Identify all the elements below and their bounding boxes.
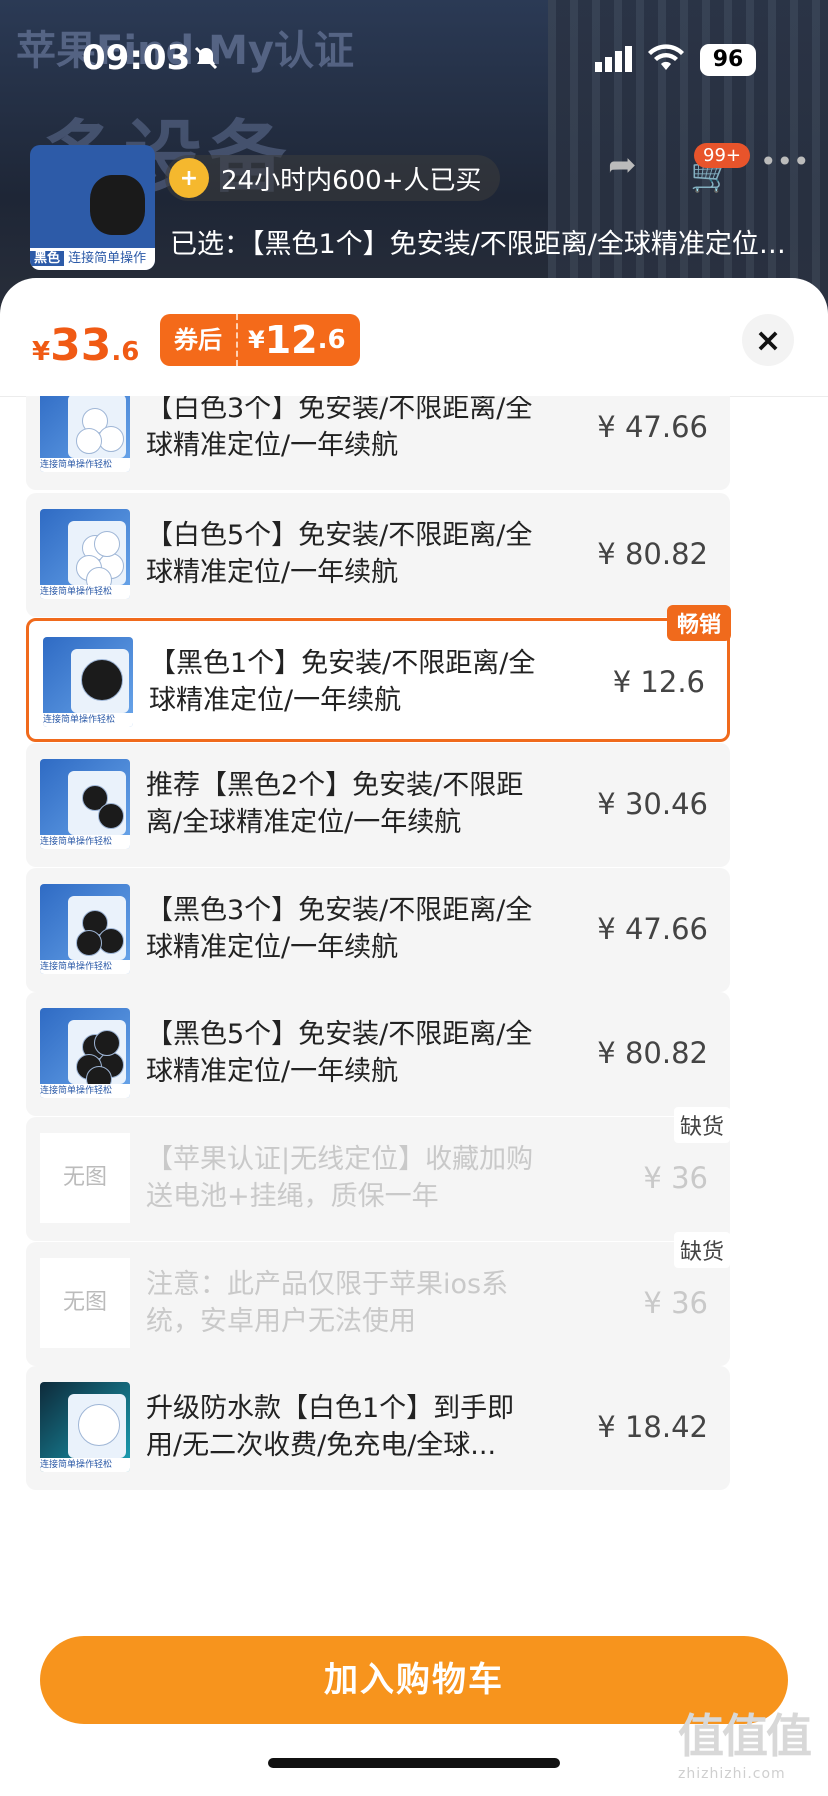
tracker-device-image <box>76 428 102 454</box>
thumbnail-tag: 连接简单操作轻松 <box>40 835 130 849</box>
sku-title: 【黑色1个】免安装/不限距离/全球精准定位/一年续航 <box>149 648 536 716</box>
tracker-device-image <box>76 930 102 956</box>
tracker-device-image <box>94 1030 120 1056</box>
sku-thumbnail: 连接简单操作轻松 <box>40 509 130 599</box>
thumbnail-tag: 连接简单操作轻松 <box>40 960 130 974</box>
coupon-price-badge: 券后 ¥12.6 <box>160 314 360 366</box>
more-icon[interactable]: ••• <box>760 145 810 178</box>
purchase-count-pill: + 24小时内600+人已买 <box>165 155 500 201</box>
tracker-device-image <box>98 803 124 829</box>
sku-option-row[interactable]: 连接简单操作轻松 推荐【黑色2个】免安装/不限距离/全球精准定位/一年续航 ¥ 30… <box>26 743 730 867</box>
out-of-stock-tag: 缺货 <box>673 1107 730 1143</box>
status-time: 09:03 <box>82 38 191 78</box>
sku-thumbnail: 连接简单操作轻松 <box>40 884 130 974</box>
home-indicator <box>268 1758 560 1768</box>
sku-thumbnail: 连接简单操作轻松 <box>40 396 130 472</box>
status-bar: 09:03 96 <box>0 0 828 110</box>
sku-price: ¥ 80.82 <box>597 537 708 571</box>
sku-price: ¥ 47.66 <box>597 410 708 444</box>
tracker-device-image <box>81 659 123 701</box>
sku-title: 【白色3个】免安装/不限距离/全球精准定位/一年续航 <box>146 396 533 461</box>
thumbnail-tag: 连接简单操作轻松 <box>40 1084 130 1098</box>
sku-selection-sheet: ¥33.6 券后 ¥12.6 × 连接简单操作轻松 【白色3个】免安装/不限距离/… <box>0 278 828 1796</box>
sku-thumbnail: 连接简单操作轻松 <box>43 637 133 727</box>
cart-count-badge: 99+ <box>694 143 750 168</box>
sku-title: 【黑色5个】免安装/不限距离/全球精准定位/一年续航 <box>146 1019 533 1087</box>
thumbnail-tag: 连接简单操作轻松 <box>43 713 133 727</box>
sku-title: 升级防水款【白色1个】到手即用/无二次收费/免充电/全球... <box>146 1393 515 1461</box>
watermark-url: zhizhizhi.com <box>678 1766 786 1782</box>
sku-option-row[interactable]: 连接简单操作轻松 【白色5个】免安装/不限距离/全球精准定位/一年续航 ¥ 80.8… <box>26 493 730 617</box>
sku-option-row: 无图 缺货注意：此产品仅限于苹果ios系统，安卓用户无法使用 ¥ 36 <box>26 1232 730 1366</box>
sku-title: 推荐【黑色2个】免安装/不限距离/全球精准定位/一年续航 <box>146 770 524 838</box>
bestseller-badge: 畅销 <box>666 605 731 641</box>
original-price: ¥33.6 <box>32 320 140 371</box>
sku-title: 【白色5个】免安装/不限距离/全球精准定位/一年续航 <box>146 520 533 588</box>
tracker-device-image <box>94 531 120 557</box>
watermark-logo: 值值值 <box>678 1709 812 1763</box>
sku-thumbnail: 连接简单操作轻松 <box>40 1382 130 1472</box>
sku-thumbnail: 连接简单操作轻松 <box>40 759 130 849</box>
close-button[interactable]: × <box>742 314 794 366</box>
sku-price: ¥ 12.6 <box>612 665 705 699</box>
out-of-stock-tag: 缺货 <box>673 1232 730 1268</box>
battery-indicator: 96 <box>700 44 756 76</box>
sku-option-row[interactable]: 连接简单操作轻松 【白色3个】免安装/不限距离/全球精准定位/一年续航 ¥ 47.6… <box>26 396 730 490</box>
sku-option-row[interactable]: 连接简单操作轻松 【黑色5个】免安装/不限距离/全球精准定位/一年续航 ¥ 80.8… <box>26 992 730 1116</box>
coupon-label: 券后 <box>160 314 238 366</box>
share-icon[interactable]: ➦ <box>608 145 637 185</box>
sku-title: 【黑色3个】免安装/不限距离/全球精准定位/一年续航 <box>146 895 533 963</box>
selected-variant-text: 已选：【黑色1个】免安装/不限距离/全球精准定位/一年续航 <box>170 229 790 260</box>
sku-price: ¥ 36 <box>643 1286 708 1320</box>
add-to-cart-button[interactable]: 加入购物车 <box>40 1636 788 1724</box>
shopping-bag-icon: + <box>169 158 209 198</box>
sku-price: ¥ 36 <box>643 1161 708 1195</box>
sku-price: ¥ 80.82 <box>597 1036 708 1070</box>
thumbnail-tag: 连接简单操作轻松 <box>40 458 130 472</box>
sku-option-row[interactable]: 连接简单操作轻松 升级防水款【白色1个】到手即用/无二次收费/免充电/全球... ¥… <box>26 1366 730 1490</box>
sku-option-row[interactable]: 连接简单操作轻松 畅销【黑色1个】免安装/不限距离/全球精准定位/一年续航 ¥ 12… <box>26 605 731 742</box>
sku-price: ¥ 47.66 <box>597 912 708 946</box>
no-image-placeholder: 无图 <box>40 1133 130 1223</box>
sku-thumbnail: 连接简单操作轻松 <box>40 1008 130 1098</box>
sku-option-row[interactable]: 连接简单操作轻松 【黑色3个】免安装/不限距离/全球精准定位/一年续航 ¥ 47.6… <box>26 868 730 992</box>
sku-title: 【苹果认证|无线定位】收藏加购送电池+挂绳，质保一年 <box>146 1144 534 1212</box>
thumbnail-tag: 连接简单操作轻松 <box>40 585 130 599</box>
wifi-icon <box>648 44 684 70</box>
thumbnail-tag: 黑色 连接简单操作轻松 <box>30 248 155 270</box>
tracker-device-image <box>78 1404 120 1446</box>
cellular-signal-icon <box>595 46 632 72</box>
sku-list[interactable]: 连接简单操作轻松 【白色3个】免安装/不限距离/全球精准定位/一年续航 ¥ 47.6… <box>0 396 828 1610</box>
price-bar: ¥33.6 券后 ¥12.6 × <box>0 278 828 397</box>
thumbnail-tag: 连接简单操作轻松 <box>40 1458 130 1472</box>
sku-title: 注意：此产品仅限于苹果ios系统，安卓用户无法使用 <box>146 1269 509 1337</box>
sku-option-row: 无图 缺货【苹果认证|无线定位】收藏加购送电池+挂绳，质保一年 ¥ 36 <box>26 1107 730 1241</box>
purchase-count-text: 24小时内600+人已买 <box>221 165 482 196</box>
sku-price: ¥ 18.42 <box>597 1410 708 1444</box>
bell-muted-icon <box>194 46 218 70</box>
sku-price: ¥ 30.46 <box>597 787 708 821</box>
no-image-placeholder: 无图 <box>40 1258 130 1348</box>
selected-product-thumbnail[interactable]: 黑色 连接简单操作轻松 <box>30 145 155 270</box>
tracker-device-image <box>90 175 145 235</box>
